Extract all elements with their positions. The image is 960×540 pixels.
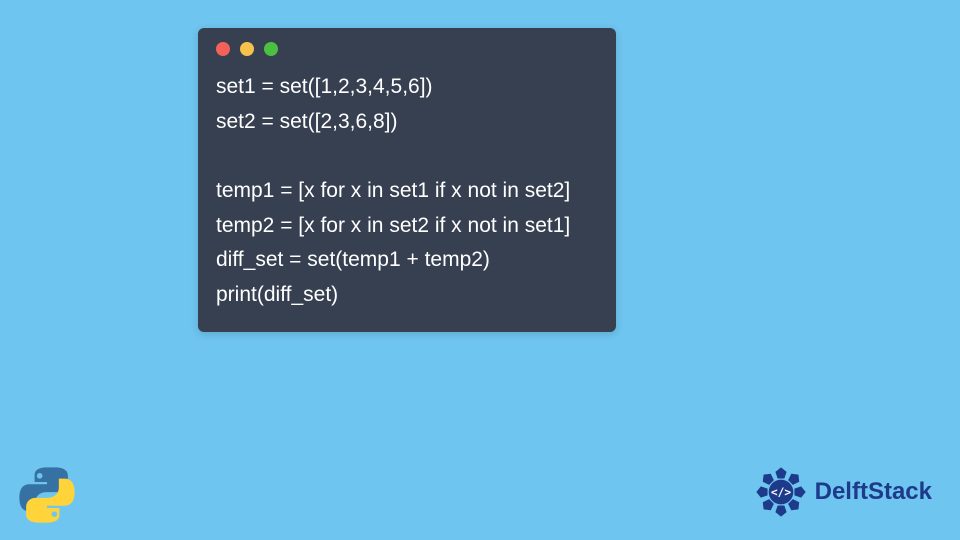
code-line: temp2 = [x for x in set2 if x not in set…	[216, 214, 570, 237]
delftstack-brand-text: DelftStack	[815, 478, 932, 506]
code-block: set1 = set([1,2,3,4,5,6]) set2 = set([2,…	[216, 70, 598, 312]
code-line: diff_set = set(temp1 + temp2)	[216, 248, 490, 271]
python-logo-icon	[16, 464, 78, 526]
delftstack-badge-icon: </>	[753, 464, 809, 520]
close-icon	[216, 42, 230, 56]
code-line: set2 = set([2,3,6,8])	[216, 110, 398, 133]
code-line: temp1 = [x for x in set1 if x not in set…	[216, 179, 570, 202]
code-line: print(diff_set)	[216, 283, 338, 306]
minimize-icon	[240, 42, 254, 56]
svg-text:</>: </>	[771, 486, 791, 499]
code-window: set1 = set([1,2,3,4,5,6]) set2 = set([2,…	[198, 28, 616, 332]
delftstack-logo: </> DelftStack	[753, 464, 932, 520]
code-line: set1 = set([1,2,3,4,5,6])	[216, 75, 433, 98]
window-traffic-lights	[216, 42, 598, 56]
maximize-icon	[264, 42, 278, 56]
